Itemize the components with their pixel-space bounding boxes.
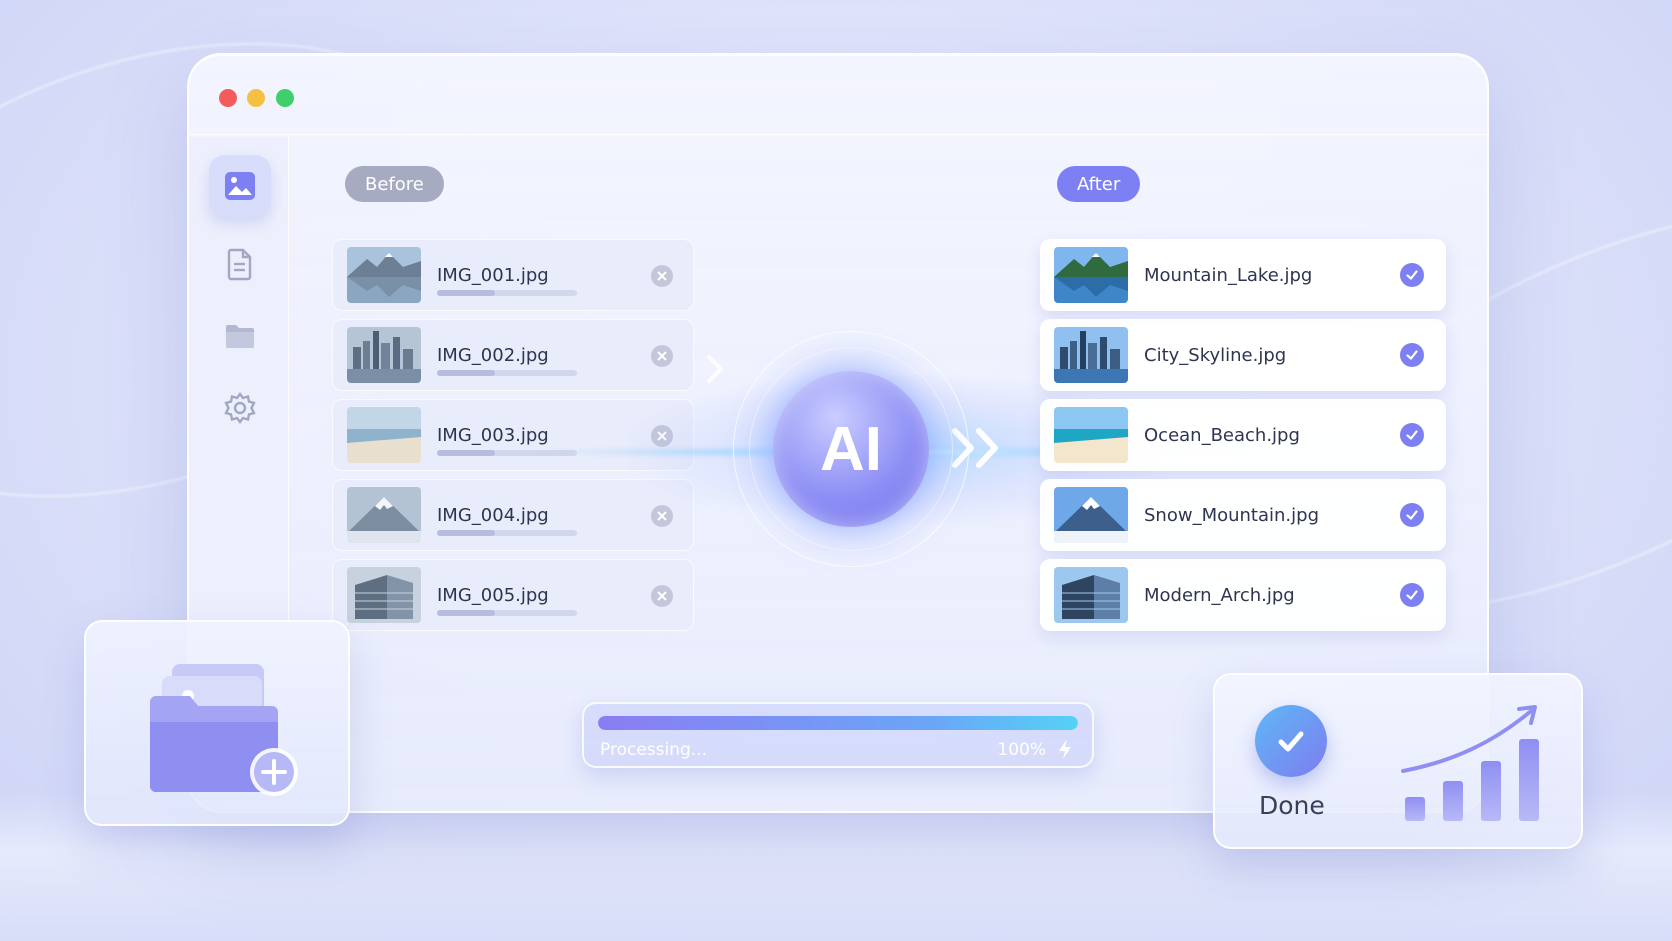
progress-fill <box>598 716 1078 730</box>
city-skyline-thumbnail <box>1054 327 1128 383</box>
checkmark-icon <box>1400 423 1424 447</box>
file-name: IMG_001.jpg <box>437 264 549 286</box>
folder-icon <box>226 325 254 348</box>
snow-mountain-thumbnail <box>347 487 421 543</box>
before-file-item[interactable]: IMG_001.jpg <box>332 239 694 311</box>
file-progress-bar <box>437 290 577 296</box>
progress-percent: 100% <box>997 740 1046 760</box>
checkmark-icon <box>1400 583 1424 607</box>
file-name: IMG_004.jpg <box>437 504 549 526</box>
ai-label: AI <box>820 414 882 484</box>
file-name: Modern_Arch.jpg <box>1144 584 1295 606</box>
file-progress-bar <box>437 530 577 536</box>
add-folder-icon <box>150 664 298 796</box>
sidebar-item-settings[interactable] <box>209 377 271 439</box>
modern-arch-thumbnail <box>1054 567 1128 623</box>
sidebar-item-images[interactable] <box>209 155 271 217</box>
file-name: Snow_Mountain.jpg <box>1144 504 1319 526</box>
processing-progress: Processing... 100% <box>582 702 1094 768</box>
remove-icon[interactable] <box>651 585 673 607</box>
city-skyline-thumbnail <box>347 327 421 383</box>
modern-arch-thumbnail <box>347 567 421 623</box>
after-file-item[interactable]: Snow_Mountain.jpg <box>1040 479 1446 551</box>
checkmark-icon <box>1400 263 1424 287</box>
file-name: IMG_005.jpg <box>437 584 549 606</box>
close-window-button[interactable] <box>219 89 237 107</box>
mountain-lake-thumbnail <box>1054 247 1128 303</box>
before-file-item[interactable]: IMG_005.jpg <box>332 559 694 631</box>
checkmark-icon <box>1278 731 1304 752</box>
sidebar-item-folders[interactable] <box>209 305 271 367</box>
checkmark-icon <box>1400 503 1424 527</box>
image-icon <box>225 172 255 200</box>
chevron-right-icon <box>707 355 724 383</box>
done-check-badge <box>1255 705 1327 777</box>
ocean-beach-thumbnail <box>1054 407 1128 463</box>
maximize-window-button[interactable] <box>276 89 294 107</box>
after-file-item[interactable]: Ocean_Beach.jpg <box>1040 399 1446 471</box>
remove-icon[interactable] <box>651 265 673 287</box>
file-name: Mountain_Lake.jpg <box>1144 264 1313 286</box>
ai-orb: AI <box>773 371 929 527</box>
before-label: Before <box>345 166 444 202</box>
growth-chart-icon <box>1401 705 1539 821</box>
after-file-item[interactable]: City_Skyline.jpg <box>1040 319 1446 391</box>
sidebar <box>189 137 289 697</box>
minimize-window-button[interactable] <box>247 89 265 107</box>
snow-mountain-thumbnail <box>1054 487 1128 543</box>
after-file-item[interactable]: Mountain_Lake.jpg <box>1040 239 1446 311</box>
file-progress-bar <box>437 610 577 616</box>
file-name: IMG_002.jpg <box>437 344 549 366</box>
remove-icon[interactable] <box>651 345 673 367</box>
file-name: IMG_003.jpg <box>437 424 549 446</box>
file-name: Ocean_Beach.jpg <box>1144 424 1300 446</box>
ocean-beach-thumbnail <box>347 407 421 463</box>
gear-icon <box>224 392 256 424</box>
document-icon <box>227 248 252 281</box>
after-file-item[interactable]: Modern_Arch.jpg <box>1040 559 1446 631</box>
add-photos-card[interactable] <box>84 620 350 826</box>
mountain-lake-thumbnail <box>347 247 421 303</box>
progress-label: Processing... <box>600 740 707 760</box>
checkmark-icon <box>1400 343 1424 367</box>
file-name: City_Skyline.jpg <box>1144 344 1287 366</box>
title-bar <box>189 55 1487 135</box>
double-chevron-right-icon <box>952 428 998 468</box>
progress-track <box>598 716 1078 730</box>
done-card: Done <box>1213 673 1583 849</box>
after-label: After <box>1057 166 1141 202</box>
sidebar-item-documents[interactable] <box>209 233 271 295</box>
done-label: Done <box>1259 791 1325 820</box>
lightning-icon <box>1059 739 1071 759</box>
file-progress-bar <box>437 370 577 376</box>
